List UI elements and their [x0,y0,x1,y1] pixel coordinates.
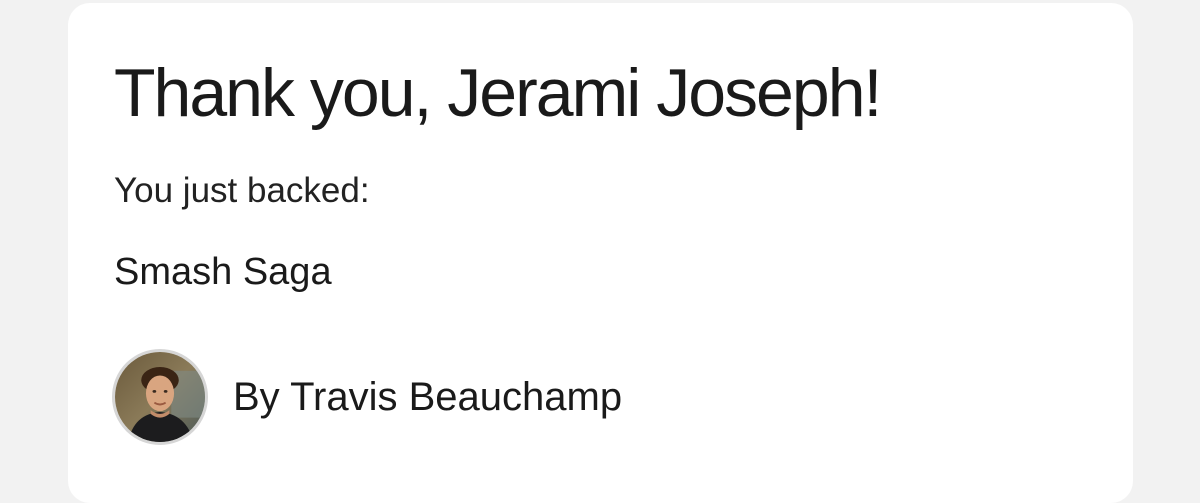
backed-subtitle: You just backed: [114,171,370,210]
project-name-link[interactable]: Smash Saga [114,248,332,296]
creator-avatar[interactable] [112,349,208,445]
avatar-photo-icon [115,352,205,442]
creator-name[interactable]: By Travis Beauchamp [233,373,622,421]
page-title: Thank you, Jerami Joseph! [114,55,882,131]
confirmation-card: Thank you, Jerami Joseph! You just backe… [68,3,1133,503]
creator-row[interactable]: By Travis Beauchamp [112,347,622,447]
